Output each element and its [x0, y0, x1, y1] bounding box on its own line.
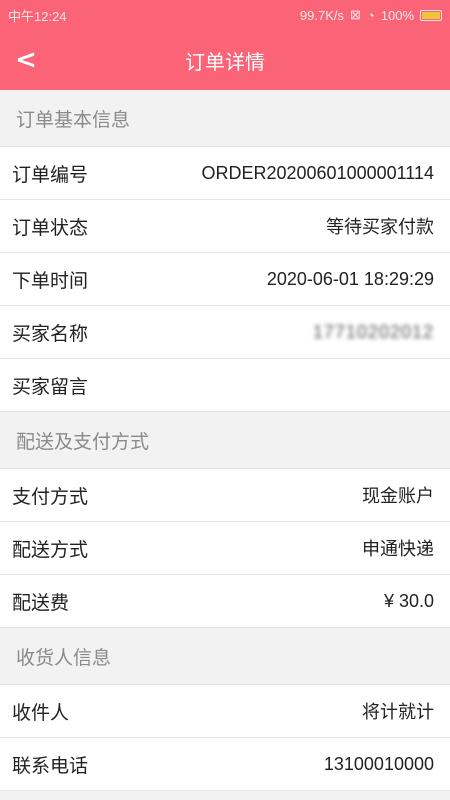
order-status-label: 订单状态 — [12, 216, 89, 239]
section-basic-info: 订单基本信息 — [0, 90, 450, 147]
row-buyer-name: 买家名称 17710202012 — [0, 306, 450, 359]
shipping-fee-label: 配送费 — [12, 591, 70, 614]
row-receiver-name: 收件人 将计就计 — [0, 685, 450, 738]
shipping-fee-value: ¥ 30.0 — [383, 590, 434, 611]
app-header: < 订单详情 — [0, 30, 450, 90]
order-time-value: 2020-06-01 18:29:29 — [266, 268, 434, 289]
row-shipping-fee: 配送费 ¥ 30.0 — [0, 575, 450, 628]
row-order-time: 下单时间 2020-06-01 18:29:29 — [0, 253, 450, 306]
receiver-name-label: 收件人 — [12, 701, 70, 724]
row-order-number: 订单编号 ORDER20200601000001114 — [0, 147, 450, 200]
shipping-method-label: 配送方式 — [12, 538, 89, 561]
row-order-status: 订单状态 等待买家付款 — [0, 200, 450, 253]
row-buyer-message: 买家留言 — [0, 359, 450, 412]
row-shipping-method: 配送方式 申通快递 — [0, 522, 450, 575]
battery-percent: 100% — [380, 7, 414, 23]
shipping-method-value: 申通快递 — [362, 539, 434, 560]
buyer-name-value: 17710202012 — [312, 321, 434, 342]
order-detail-content: 订单基本信息 订单编号 ORDER20200601000001114 订单状态 … — [0, 90, 450, 791]
order-time-label: 下单时间 — [12, 269, 89, 292]
battery-icon — [420, 9, 442, 21]
contact-phone-value: 13100010000 — [323, 753, 434, 774]
back-icon[interactable]: < — [10, 44, 42, 76]
sim-icon: ⊠ — [349, 7, 361, 22]
page-title: 订单详情 — [185, 49, 265, 74]
status-time: 中午12:24 — [8, 8, 67, 24]
network-speed: 99.7K/s — [299, 7, 344, 23]
buyer-name-label: 买家名称 — [12, 322, 89, 345]
section-delivery-payment: 配送及支付方式 — [0, 412, 450, 469]
receiver-name-value: 将计就计 — [362, 702, 434, 723]
order-status-value: 等待买家付款 — [326, 217, 434, 238]
row-payment-method: 支付方式 现金账户 — [0, 469, 450, 522]
order-number-value: ORDER20200601000001114 — [201, 162, 434, 183]
contact-phone-label: 联系电话 — [12, 754, 89, 777]
status-indicators: 99.7K/s ⊠ ◔ 100% — [300, 7, 442, 23]
order-number-label: 订单编号 — [12, 163, 89, 186]
row-contact-phone: 联系电话 13100010000 — [0, 738, 450, 791]
payment-method-label: 支付方式 — [12, 485, 89, 508]
status-bar: 中午12:24 99.7K/s ⊠ ◔ 100% — [0, 0, 450, 30]
buyer-message-label: 买家留言 — [12, 375, 89, 398]
payment-method-value: 现金账户 — [362, 486, 434, 507]
wifi-icon: ◔ — [366, 7, 375, 23]
section-receiver-info: 收货人信息 — [0, 628, 450, 685]
